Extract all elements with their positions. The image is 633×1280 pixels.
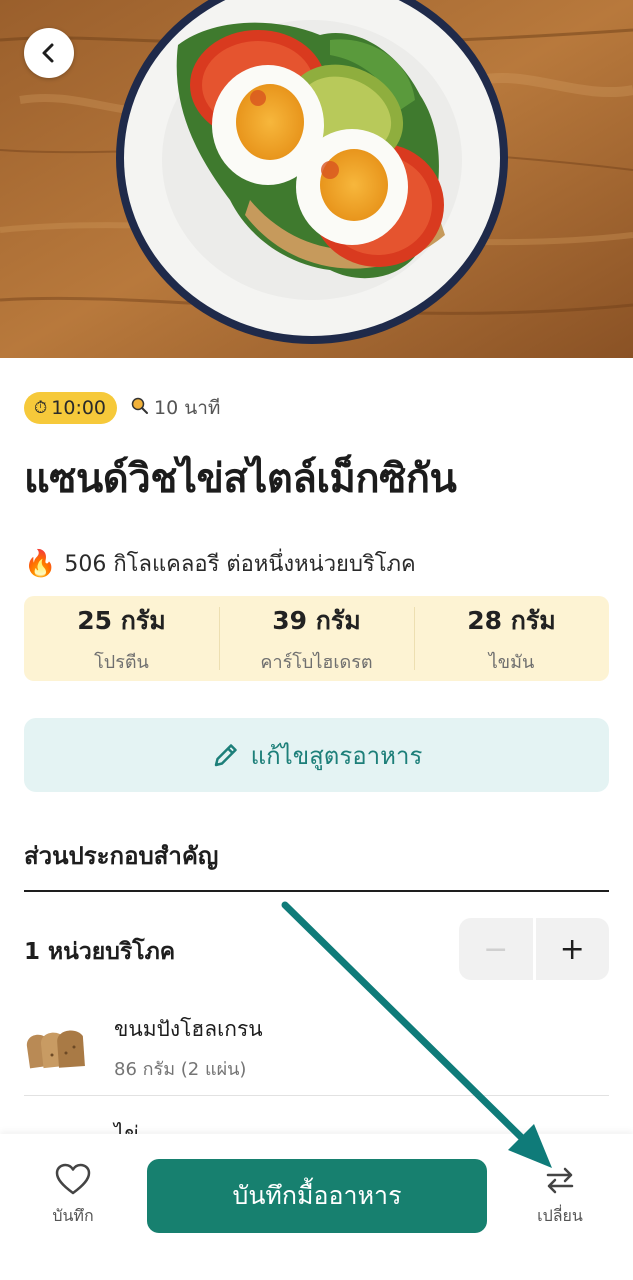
serving-label: 1 หน่วยบริโภค xyxy=(24,939,176,965)
duration-text: 10 นาที xyxy=(154,397,221,419)
macro-value: 25 กรัม xyxy=(77,606,166,635)
calories-text: 506 กิโลแคลอรี ต่อหนึ่งหน่วยบริโภค xyxy=(64,552,416,577)
time-badge: ⏱ 10:00 xyxy=(24,392,118,424)
macro-value: 28 กรัม xyxy=(467,606,556,635)
increase-serving-button[interactable]: + xyxy=(535,918,609,980)
alarm-clock-icon: ⏱ xyxy=(34,397,48,418)
ingredient-row[interactable]: ขนมปังโฮลเกรน 86 กรัม (2 แผ่น) xyxy=(24,1000,609,1096)
time-badge-value: 10:00 xyxy=(51,397,107,419)
ingredients-heading: ส่วนประกอบสำคัญ xyxy=(24,842,219,870)
pan-icon xyxy=(131,397,149,420)
serving-stepper: − + xyxy=(459,918,609,980)
heart-icon xyxy=(55,1163,91,1195)
bread-image xyxy=(26,1030,85,1069)
macro-label: ไขมัน xyxy=(488,652,535,673)
flame-icon: 🔥 xyxy=(24,548,57,579)
swap-button[interactable]: เปลี่ยน xyxy=(528,1164,592,1229)
cook-duration: 10 นาที xyxy=(131,393,220,423)
chevron-left-icon xyxy=(42,43,54,63)
macro-carbs: 39 กรัม คาร์โบไฮเดรต xyxy=(219,601,414,676)
ingredient-divider xyxy=(24,1095,609,1096)
bottom-action-bar: บันทึก บันทึกมื้ออาหาร เปลี่ยน xyxy=(0,1134,633,1280)
recipe-title: แซนด์วิชไข่สไตล์เม็กซิกัน xyxy=(24,456,457,502)
sandwich-photo xyxy=(0,0,633,358)
swap-label: เปลี่ยน xyxy=(537,1206,583,1225)
ingredient-quantity: 86 กรัม (2 แผ่น) xyxy=(114,1059,247,1080)
macro-fat: 28 กรัม ไขมัน xyxy=(414,601,609,676)
macro-summary: 25 กรัม โปรตีน 39 กรัม คาร์โบไฮเดรต 28 ก… xyxy=(24,596,609,681)
macro-value: 39 กรัม xyxy=(272,606,361,635)
save-favorite-button[interactable]: บันทึก xyxy=(40,1162,106,1229)
hero-image xyxy=(0,0,633,358)
macro-label: โปรตีน xyxy=(94,652,149,673)
calories-line: 🔥 506 กิโลแคลอรี ต่อหนึ่งหน่วยบริโภค xyxy=(24,546,416,581)
decrease-serving-button[interactable]: − xyxy=(459,918,533,980)
macro-protein: 25 กรัม โปรตีน xyxy=(24,601,219,676)
macro-label: คาร์โบไฮเดรต xyxy=(260,652,373,673)
ingredient-text: ขนมปังโฮลเกรน 86 กรัม (2 แผ่น) xyxy=(114,1013,263,1083)
save-label: บันทึก xyxy=(52,1206,94,1225)
swap-icon xyxy=(546,1167,574,1194)
pencil-icon xyxy=(214,744,237,767)
edit-recipe-label: แก้ไขสูตรอาหาร xyxy=(250,741,423,770)
recipe-meta-row: ⏱ 10:00 10 นาที xyxy=(24,392,220,424)
section-divider xyxy=(24,890,609,892)
back-button[interactable] xyxy=(24,28,74,78)
edit-recipe-button[interactable]: แก้ไขสูตรอาหาร xyxy=(24,718,609,792)
log-meal-button[interactable]: บันทึกมื้ออาหาร xyxy=(147,1159,487,1233)
ingredient-name: ขนมปังโฮลเกรน xyxy=(114,1017,263,1041)
